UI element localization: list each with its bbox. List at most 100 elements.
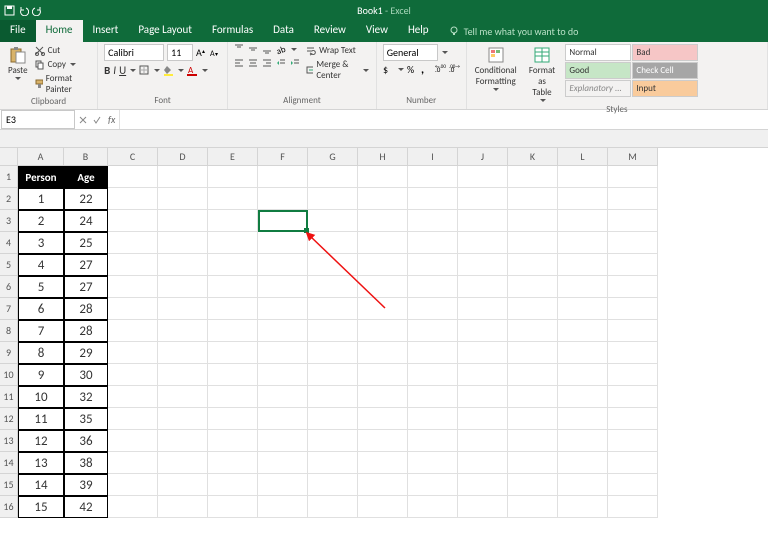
- cell[interactable]: [258, 386, 308, 408]
- cell[interactable]: [508, 452, 558, 474]
- cell[interactable]: [258, 210, 308, 232]
- cell[interactable]: [408, 210, 458, 232]
- comma-icon[interactable]: ,: [421, 64, 432, 75]
- cut-button[interactable]: Cut: [34, 44, 92, 57]
- cell[interactable]: [358, 276, 408, 298]
- cell[interactable]: 22: [64, 188, 108, 210]
- cell[interactable]: [258, 408, 308, 430]
- cell[interactable]: [258, 254, 308, 276]
- style-normal[interactable]: Normal: [565, 44, 631, 61]
- row-header[interactable]: 11: [0, 386, 18, 408]
- cell[interactable]: [458, 364, 508, 386]
- cell[interactable]: [208, 276, 258, 298]
- cell[interactable]: [358, 298, 408, 320]
- cell[interactable]: 13: [18, 452, 64, 474]
- cell[interactable]: 12: [18, 430, 64, 452]
- tab-view[interactable]: View: [356, 20, 398, 42]
- cell[interactable]: [508, 496, 558, 518]
- cell[interactable]: [558, 166, 608, 188]
- cell[interactable]: 6: [18, 298, 64, 320]
- cell[interactable]: 42: [64, 496, 108, 518]
- cell[interactable]: [608, 320, 658, 342]
- cancel-icon[interactable]: [78, 115, 88, 125]
- cell[interactable]: [158, 254, 208, 276]
- cell[interactable]: [108, 342, 158, 364]
- increase-decimal-icon[interactable]: .0←.00: [435, 64, 446, 75]
- cell[interactable]: [308, 188, 358, 210]
- cell[interactable]: [158, 408, 208, 430]
- tab-data[interactable]: Data: [263, 20, 304, 42]
- cell[interactable]: [408, 254, 458, 276]
- format-painter-button[interactable]: Format Painter: [34, 72, 92, 96]
- cell[interactable]: [358, 188, 408, 210]
- cell[interactable]: [608, 452, 658, 474]
- col-header[interactable]: H: [358, 148, 408, 166]
- cell[interactable]: [308, 298, 358, 320]
- tab-file[interactable]: File: [0, 20, 36, 42]
- font-size-input[interactable]: [167, 44, 193, 61]
- cell[interactable]: [408, 364, 458, 386]
- cell[interactable]: [308, 408, 358, 430]
- cell[interactable]: [358, 452, 408, 474]
- col-header[interactable]: B: [64, 148, 108, 166]
- cell[interactable]: [208, 386, 258, 408]
- cell[interactable]: [608, 342, 658, 364]
- style-input[interactable]: Input: [632, 80, 698, 97]
- cell[interactable]: 1: [18, 188, 64, 210]
- cell[interactable]: 8: [18, 342, 64, 364]
- cell[interactable]: [558, 342, 608, 364]
- cell[interactable]: [108, 298, 158, 320]
- cell[interactable]: [458, 188, 508, 210]
- fx-icon[interactable]: fx: [104, 113, 119, 126]
- cell[interactable]: [308, 474, 358, 496]
- col-header[interactable]: L: [558, 148, 608, 166]
- cell[interactable]: [508, 386, 558, 408]
- cell[interactable]: [208, 320, 258, 342]
- cell[interactable]: [458, 232, 508, 254]
- cell[interactable]: [458, 452, 508, 474]
- underline-button[interactable]: U: [119, 64, 126, 77]
- cell[interactable]: [508, 210, 558, 232]
- cell[interactable]: [108, 474, 158, 496]
- tab-insert[interactable]: Insert: [83, 20, 129, 42]
- col-header[interactable]: J: [458, 148, 508, 166]
- cell[interactable]: [408, 430, 458, 452]
- cell[interactable]: [558, 276, 608, 298]
- cell[interactable]: [108, 232, 158, 254]
- cell[interactable]: [308, 254, 358, 276]
- style-explanatory[interactable]: Explanatory ...: [565, 80, 631, 97]
- cell[interactable]: [408, 320, 458, 342]
- row-header[interactable]: 10: [0, 364, 18, 386]
- row-header[interactable]: 6: [0, 276, 18, 298]
- cell[interactable]: [408, 232, 458, 254]
- cell[interactable]: [108, 386, 158, 408]
- tab-home[interactable]: Home: [36, 20, 83, 42]
- cell[interactable]: [608, 474, 658, 496]
- cell[interactable]: 38: [64, 452, 108, 474]
- tab-review[interactable]: Review: [304, 20, 356, 42]
- cell[interactable]: [458, 474, 508, 496]
- cell[interactable]: [408, 496, 458, 518]
- row-header[interactable]: 12: [0, 408, 18, 430]
- copy-button[interactable]: Copy: [34, 58, 92, 71]
- cell[interactable]: [258, 276, 308, 298]
- cell[interactable]: [458, 342, 508, 364]
- cell[interactable]: [208, 298, 258, 320]
- select-all-corner[interactable]: [0, 148, 18, 166]
- cell[interactable]: [408, 474, 458, 496]
- align-middle-icon[interactable]: [248, 44, 259, 55]
- cell[interactable]: [258, 496, 308, 518]
- cell[interactable]: 39: [64, 474, 108, 496]
- cell[interactable]: [458, 210, 508, 232]
- tab-page-layout[interactable]: Page Layout: [128, 20, 202, 42]
- row-header[interactable]: 9: [0, 342, 18, 364]
- cell[interactable]: [358, 364, 408, 386]
- cell[interactable]: [508, 188, 558, 210]
- cell[interactable]: [608, 496, 658, 518]
- cell[interactable]: [208, 408, 258, 430]
- decrease-font-icon[interactable]: A▾: [210, 47, 221, 58]
- cell[interactable]: 28: [64, 320, 108, 342]
- bold-button[interactable]: B: [104, 64, 110, 77]
- row-header[interactable]: 8: [0, 320, 18, 342]
- cell[interactable]: [358, 430, 408, 452]
